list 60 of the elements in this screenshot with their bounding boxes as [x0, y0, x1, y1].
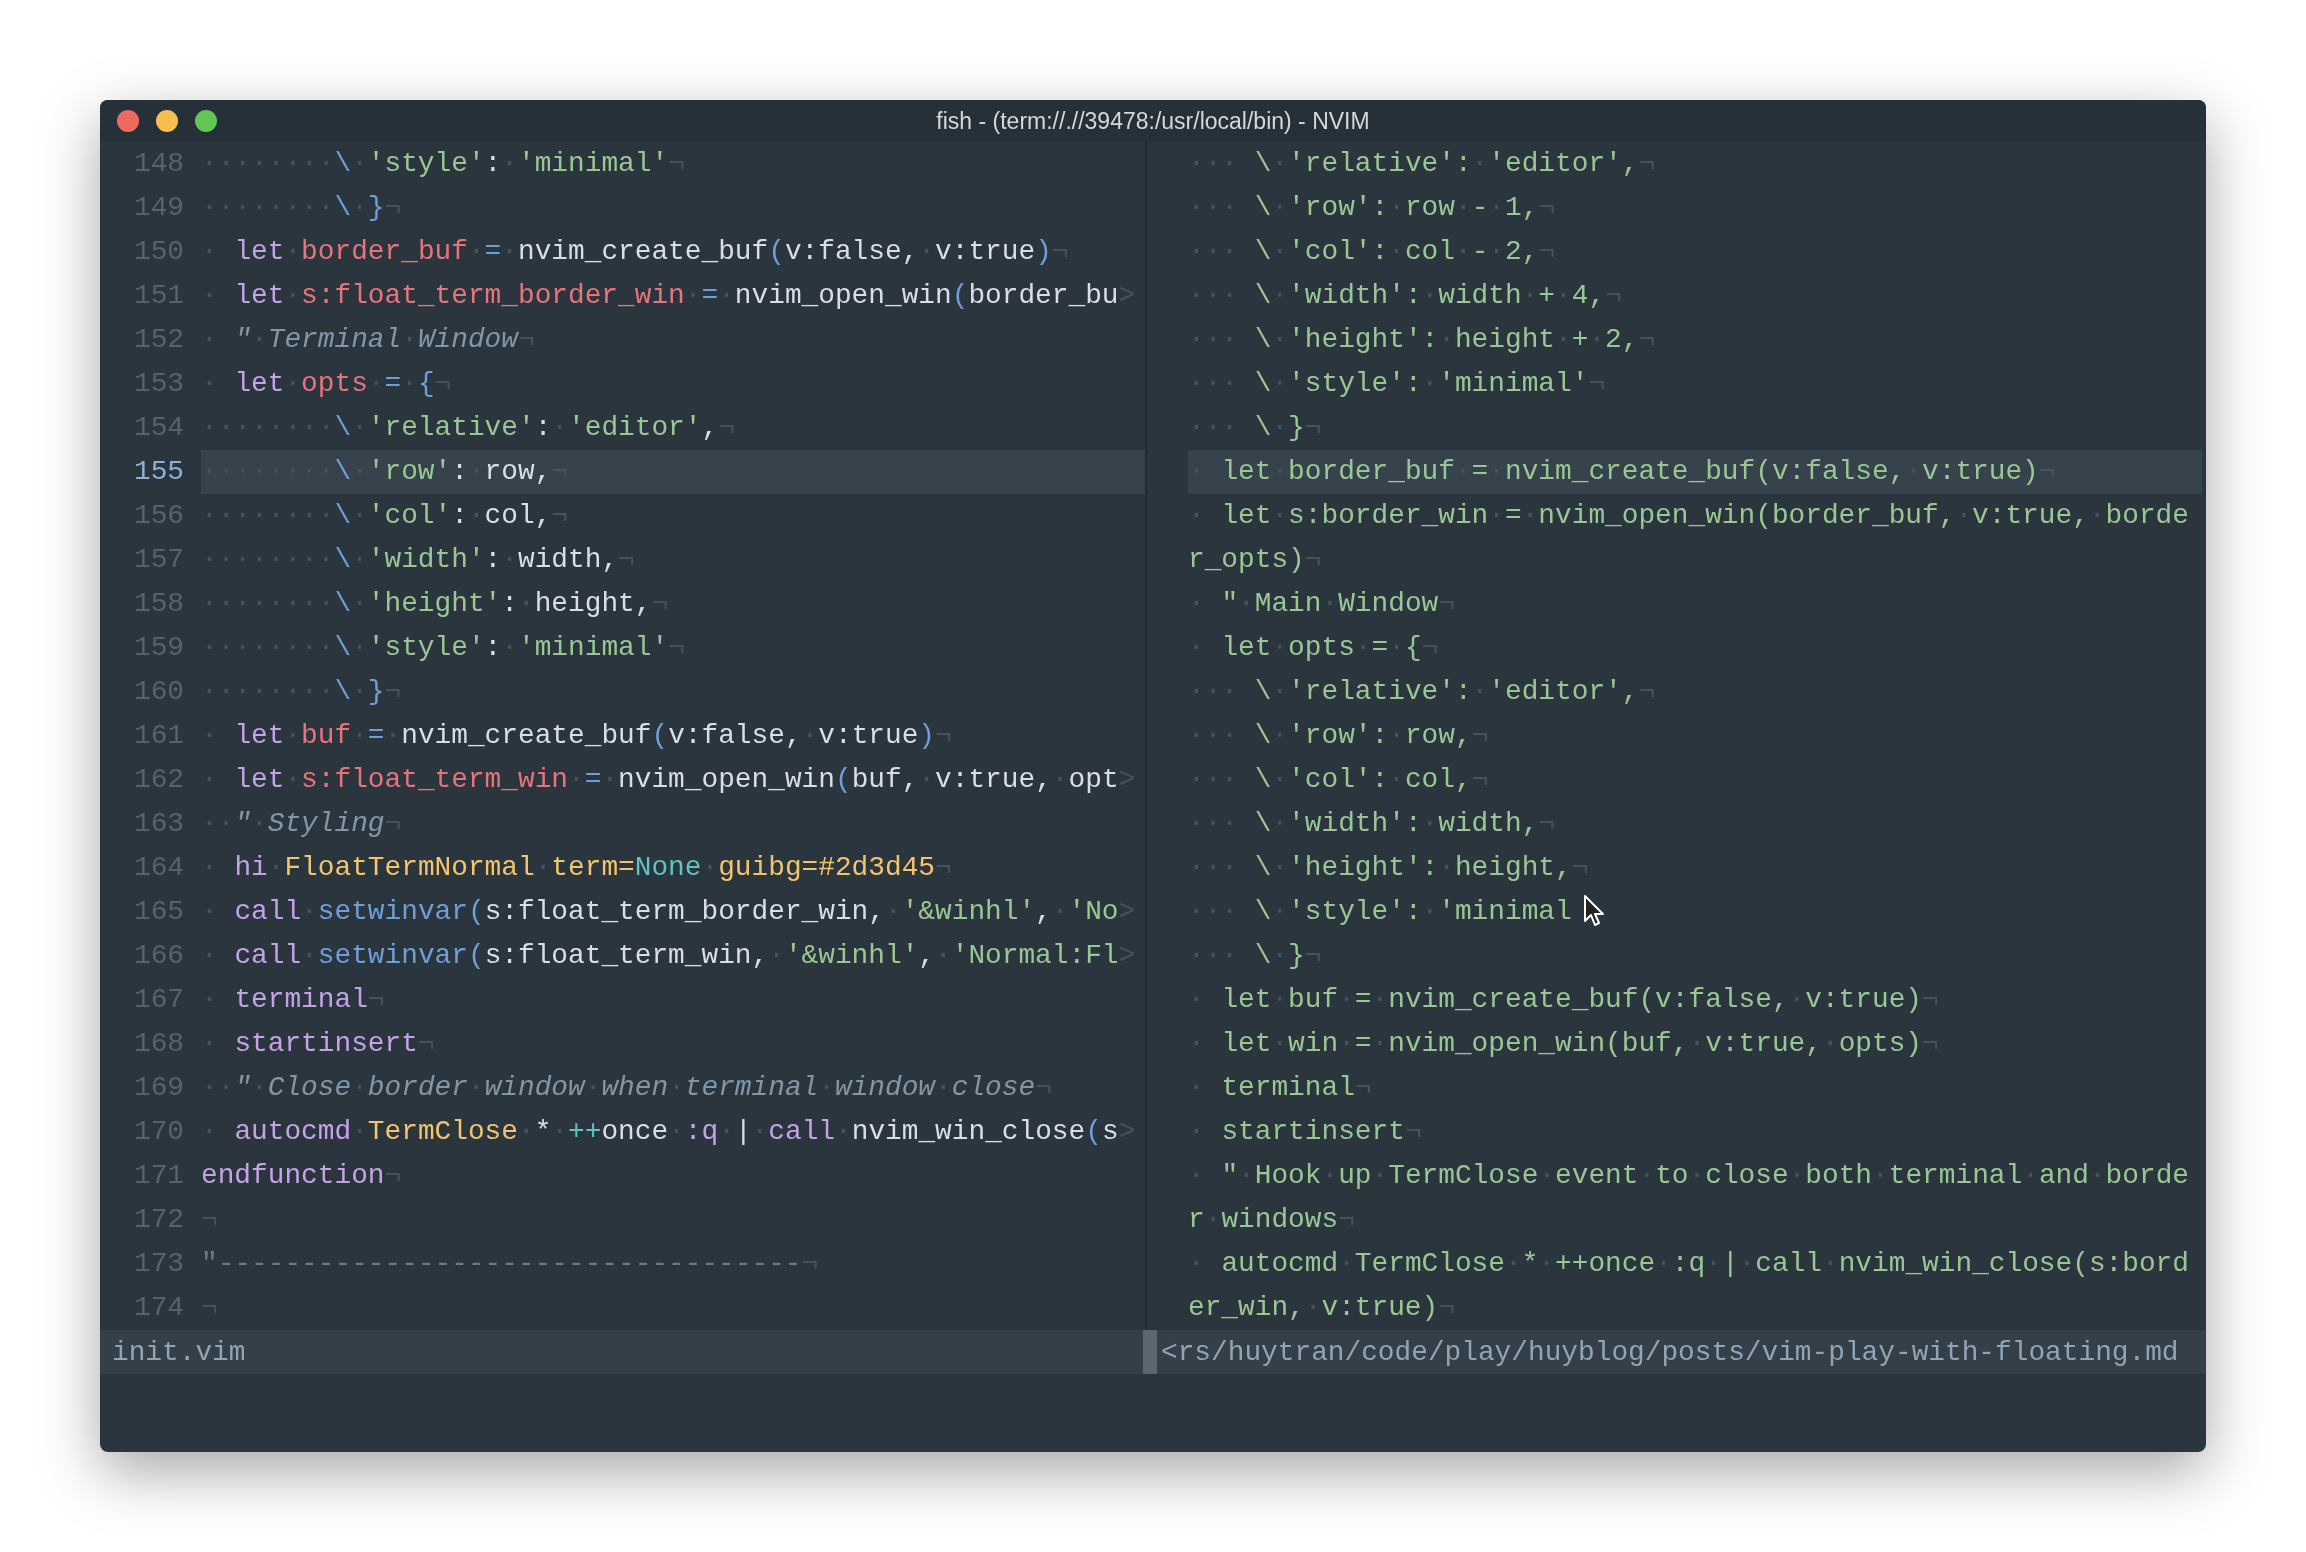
close-icon[interactable] — [117, 110, 139, 132]
window-title: fish - (term://.//39478:/usr/local/bin) - NVIM — [936, 107, 1370, 135]
code-line: · terminal¬ — [1188, 1071, 1372, 1105]
code-line: ········\·'width':·width,¬ — [201, 543, 636, 577]
code-line: ··· \·}¬ — [1188, 939, 1322, 973]
code-line: · call·setwinvar(s:float_term_win,·'&winhl',·'Normal:Fl> — [201, 939, 1137, 973]
code-line: ··· \·'col':·col,¬ — [1188, 763, 1489, 797]
code-line: · hi·FloatTermNormal·term=None·guibg=#2d3d45¬ — [201, 851, 953, 885]
code-line: ········\·'height':·height,¬ — [201, 587, 670, 621]
code-line: ········\·}¬ — [201, 191, 403, 225]
code-line: · let·s:border_win·=·nvim_open_win(border_buf,·v:true,·borde — [1188, 499, 2189, 533]
code-line: r_opts)¬ — [1188, 543, 1322, 577]
code-line: · call·setwinvar(s:float_term_border_win,·'&winhl',·'No> — [201, 895, 1137, 929]
file-path: <rs/huytran/code/play/huyblog/posts/vim-play-with-floating.md — [1161, 1336, 2179, 1368]
code-line: ········\·'col':·col,¬ — [201, 499, 570, 533]
code-line: ¬ — [201, 1291, 219, 1325]
code-line: ··· \·'relative':·'editor',¬ — [1188, 675, 1656, 709]
code-line: ··· \·'relative':·'editor',¬ — [1188, 147, 1656, 181]
line-number: 155 — [132, 455, 185, 489]
code-line: ··· \·}¬ — [1188, 411, 1322, 445]
code-line: ········\·'style':·'minimal'¬ — [201, 147, 686, 181]
code-line: er_win,·v:true)¬ — [1188, 1291, 1455, 1325]
code-line: ··· \·'row':·row·-·1,¬ — [1188, 191, 1556, 225]
code-line: · let·border_buf·=·nvim_create_buf(v:false,·v:true)¬ — [201, 235, 1070, 269]
code-line: · let·buf·=·nvim_create_buf(v:false,·v:true)¬ — [201, 719, 953, 753]
code-line: ··· \·'height':·height·+·2,¬ — [1188, 323, 1656, 357]
code-line: · startinsert¬ — [1188, 1115, 1422, 1149]
code-line: · let·opts·=·{¬ — [1188, 631, 1439, 665]
code-line: ··· \·'row':·row,¬ — [1188, 719, 1489, 753]
code-line: ··"·Styling¬ — [201, 807, 403, 841]
mouse-pointer-icon — [1583, 894, 1605, 928]
code-line: r·windows¬ — [1188, 1203, 1355, 1237]
code-line: ··· \·'width':·width,¬ — [1188, 807, 1556, 841]
code-line: · let·win·=·nvim_open_win(buf,·v:true,·opts)¬ — [1188, 1027, 1939, 1061]
code-line: ··· \·'width':·width·+·4,¬ — [1188, 279, 1622, 313]
code-line: · "·Hook·up·TermClose·event·to·close·both·terminal·and·borde — [1188, 1159, 2189, 1193]
code-line: · let·s:float_term_win·=·nvim_open_win(buf,·v:true,·opt> — [201, 763, 1137, 797]
code-line: ··· \·'height':·height,¬ — [1188, 851, 1589, 885]
minimize-icon[interactable] — [156, 110, 178, 132]
code-line: "-----------------------------------¬ — [201, 1247, 820, 1281]
zoom-icon[interactable] — [195, 110, 217, 132]
code-line: · autocmd·TermClose·*·++once·:q·|·call·nvim_win_close(s> — [201, 1115, 1137, 1149]
code-line: ¬ — [201, 1203, 219, 1237]
code-line: ··"·Close·border·window·when·terminal·window·close¬ — [201, 1071, 1053, 1105]
code-line: · startinsert¬ — [201, 1027, 436, 1061]
code-line: ········\·'style':·'minimal'¬ — [201, 631, 686, 665]
code-line: ········\·'relative':·'editor',¬ — [201, 411, 736, 445]
code-line: · terminal¬ — [201, 983, 386, 1017]
code-line: endfunction¬ — [201, 1159, 403, 1193]
code-line: · let·opts·=·{¬ — [201, 367, 453, 401]
code-line: · let·buf·=·nvim_create_buf(v:false,·v:true)¬ — [1188, 983, 1939, 1017]
code-line: ··· \·'style':·'minimal'¬ — [1188, 367, 1606, 401]
file-name: init.vim — [112, 1336, 246, 1368]
code-line: · let·s:float_term_border_win·=·nvim_open_win(border_bu> — [201, 279, 1137, 313]
code-line: ··· \·'style':·'minimal — [1188, 895, 1572, 929]
code-line: ········\·}¬ — [201, 675, 403, 709]
code-line: ··· \·'col':·col·-·2,¬ — [1188, 235, 1556, 269]
code-line: · "·Main·Window¬ — [1188, 587, 1455, 621]
code-line: · "·Terminal·Window¬ — [201, 323, 536, 357]
code-line: · autocmd·TermClose·*·++once·:q·|·call·nvim_win_close(s:bord — [1188, 1247, 2189, 1281]
